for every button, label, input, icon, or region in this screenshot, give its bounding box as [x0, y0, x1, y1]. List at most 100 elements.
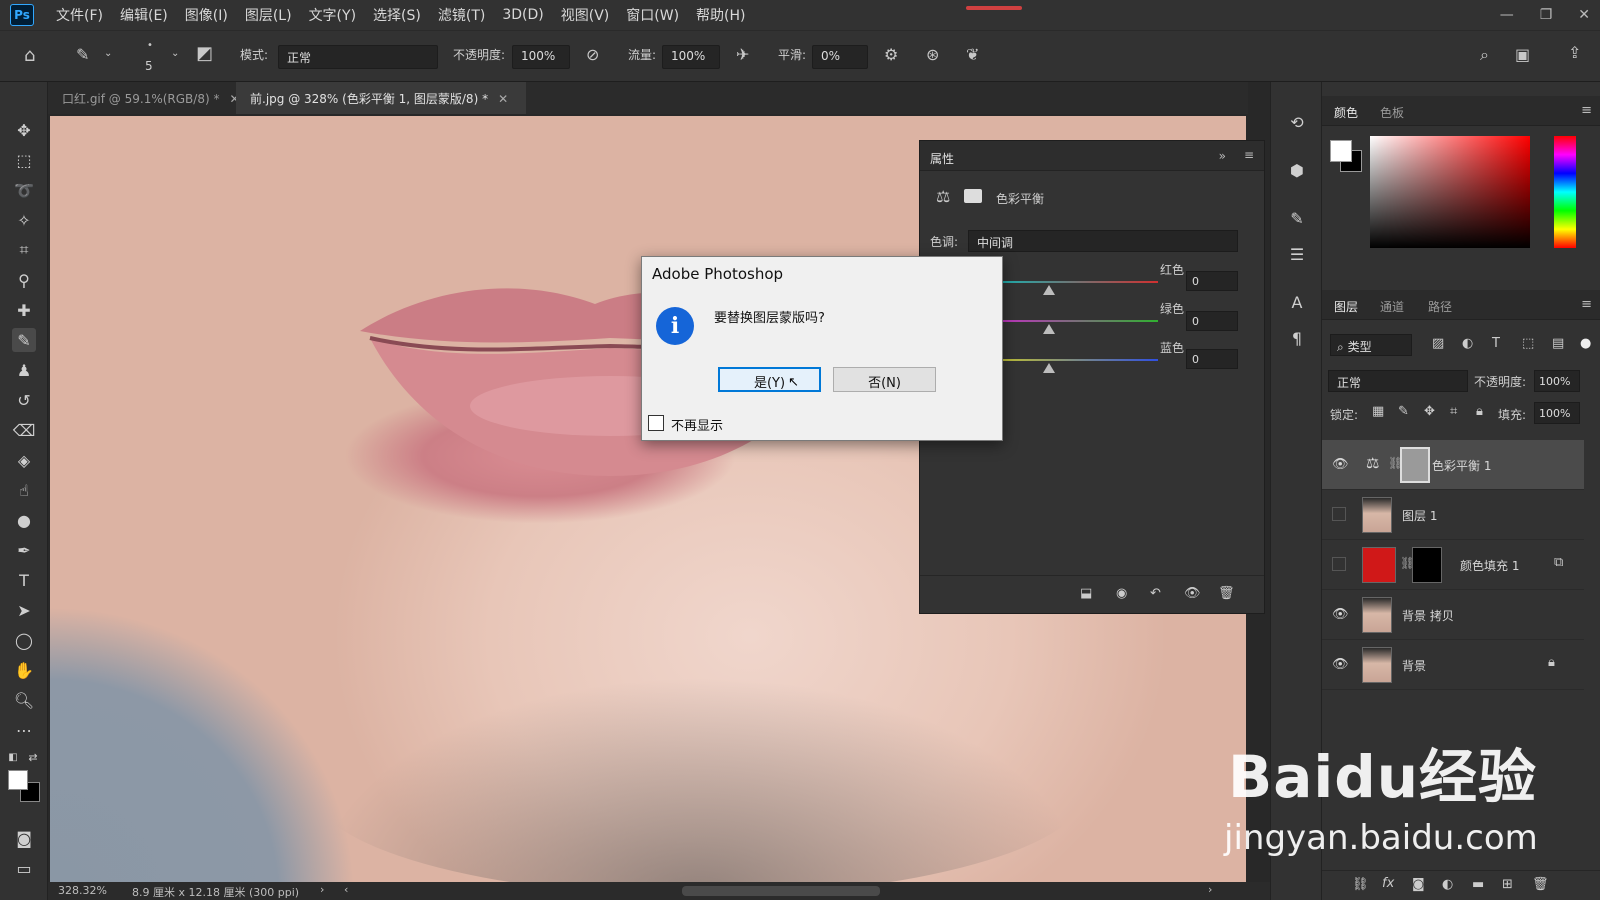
tab-swatches[interactable]: 色板	[1380, 104, 1404, 121]
mask-icon[interactable]	[964, 189, 982, 203]
chevron-down-icon[interactable]: ⌄	[171, 49, 179, 59]
tab-color[interactable]: 颜色	[1334, 104, 1358, 121]
panel-menu-icon[interactable]: ≡	[1581, 297, 1592, 312]
close-tab-icon[interactable]: ✕	[498, 92, 508, 106]
new-layer-icon[interactable]: ⊞	[1502, 877, 1513, 892]
minimize-icon[interactable]: —	[1500, 7, 1514, 23]
visibility-toggle[interactable]	[1332, 507, 1346, 521]
menu-view[interactable]: 视图(V)	[561, 5, 610, 25]
filter-adjustment-icon[interactable]: ◐	[1462, 336, 1473, 351]
red-slider-track[interactable]	[998, 281, 1158, 283]
layer-background[interactable]: 👁︎ 背景 🔒︎	[1322, 640, 1584, 690]
healing-tool-icon[interactable]: ✚	[12, 298, 36, 322]
panel-menu-icon[interactable]: ≡	[1581, 103, 1592, 118]
scroll-right-icon[interactable]: ›	[1208, 883, 1212, 896]
color-field[interactable]	[1370, 136, 1530, 248]
3d-panel-icon[interactable]: ⬢	[1285, 158, 1309, 182]
delete-layer-icon[interactable]: 🗑︎	[1532, 877, 1549, 892]
lock-image-icon[interactable]: ✎	[1398, 404, 1409, 419]
lock-transparent-icon[interactable]: ▦	[1372, 404, 1384, 419]
magic-wand-tool-icon[interactable]: ✧	[12, 208, 36, 232]
brush-tool-icon[interactable]: ✎	[12, 328, 36, 352]
smudge-tool-icon[interactable]: ☝	[12, 478, 36, 502]
red-slider-thumb[interactable]	[1043, 285, 1055, 295]
character-panel-icon[interactable]: A	[1285, 290, 1309, 314]
ellipse-tool-icon[interactable]: ◯	[12, 628, 36, 652]
tab-layers[interactable]: 图层	[1334, 298, 1358, 315]
tone-select[interactable]: 中间调	[968, 230, 1238, 252]
collapse-panel-icon[interactable]: »	[1219, 149, 1226, 163]
eye-icon[interactable]: 👁︎	[1332, 657, 1349, 672]
blue-slider-thumb[interactable]	[1043, 363, 1055, 373]
pressure-opacity-icon[interactable]: ⊘	[586, 47, 599, 63]
panel-menu-icon[interactable]: ≡	[1244, 148, 1254, 162]
swap-colors-icon[interactable]: ⇄	[26, 750, 40, 764]
tab-front-jpg[interactable]: 前.jpg @ 328% (色彩平衡 1, 图层蒙版/8) * ✕	[236, 82, 526, 114]
no-button[interactable]: 否(N)	[833, 367, 936, 392]
brush-preset-icon[interactable]: ✎	[76, 47, 89, 63]
eyedropper-tool-icon[interactable]: ⚲	[12, 268, 36, 292]
menu-layer[interactable]: 图层(L)	[245, 5, 292, 25]
filter-pixel-icon[interactable]: ▨	[1432, 336, 1444, 351]
mode-select[interactable]: 正常	[278, 45, 438, 69]
visibility-toggle[interactable]	[1332, 557, 1346, 571]
restore-icon[interactable]: ❐	[1540, 7, 1553, 23]
reset-icon[interactable]: ↶	[1150, 586, 1161, 601]
close-icon[interactable]: ✕	[1578, 7, 1590, 23]
share-icon[interactable]: ⇪	[1568, 45, 1581, 61]
add-mask-icon[interactable]: ◙	[1412, 877, 1425, 892]
menu-3d[interactable]: 3D(D)	[502, 7, 543, 23]
crop-tool-icon[interactable]: ⌗	[12, 238, 36, 262]
symmetry-icon[interactable]: ❦	[966, 47, 979, 63]
zoom-level[interactable]: 328.32%	[58, 884, 107, 897]
link-layers-icon[interactable]: ⛓	[1352, 877, 1369, 892]
history-brush-tool-icon[interactable]: ↺	[12, 388, 36, 412]
hand-tool-icon[interactable]: ✋	[12, 658, 36, 682]
lasso-tool-icon[interactable]: ➰	[12, 178, 36, 202]
menu-file[interactable]: 文件(F)	[56, 5, 103, 25]
quick-mask-icon[interactable]: ◙	[12, 826, 36, 850]
default-colors-icon[interactable]: ◧	[6, 750, 20, 764]
scroll-left-icon[interactable]: ‹	[344, 883, 348, 896]
foreground-color-swatch[interactable]	[8, 770, 28, 790]
tab-lipstick-gif[interactable]: 口红.gif @ 59.1%(RGB/8) * ✕	[48, 82, 240, 114]
layer-mask-thumb[interactable]	[1400, 447, 1430, 483]
chevron-right-icon[interactable]: ›	[320, 883, 324, 896]
search-icon[interactable]: ⌕	[1480, 47, 1489, 63]
dont-show-again-checkbox[interactable]	[648, 415, 664, 431]
menu-type[interactable]: 文字(Y)	[309, 5, 356, 25]
layer-color-fill[interactable]: ⛓ 颜色填充 1 ⧉	[1322, 540, 1584, 590]
flow-input[interactable]: 100%	[662, 45, 720, 69]
dodge-tool-icon[interactable]: ●	[12, 508, 36, 532]
eraser-tool-icon[interactable]: ⌫	[12, 418, 36, 442]
lock-position-icon[interactable]: ✥	[1424, 404, 1435, 419]
layer-filter-select[interactable]: ⌕ 类型	[1330, 334, 1412, 356]
zoom-tool-icon[interactable]: 🔍︎	[12, 688, 36, 712]
filter-type-icon[interactable]: T	[1492, 336, 1500, 351]
yes-button[interactable]: 是(Y)	[718, 367, 821, 392]
clip-to-layer-icon[interactable]: ⬓	[1080, 586, 1092, 601]
fill-input[interactable]: 100%	[1534, 402, 1580, 424]
lock-artboard-icon[interactable]: ⌗	[1450, 404, 1457, 419]
gear-icon[interactable]: ⚙	[884, 47, 898, 63]
layer-color-balance[interactable]: 👁︎ ⚖ ⛓ 色彩平衡 1	[1322, 440, 1584, 490]
blue-value-input[interactable]: 0	[1186, 349, 1238, 369]
visibility-icon[interactable]: 👁︎	[1184, 586, 1201, 601]
filter-smart-icon[interactable]: ▤	[1552, 336, 1564, 351]
blue-slider-track[interactable]	[998, 359, 1158, 361]
view-previous-icon[interactable]: ◉	[1116, 586, 1127, 601]
stamp-tool-icon[interactable]: ♟	[12, 358, 36, 382]
history-panel-icon[interactable]: ⟲	[1285, 110, 1309, 134]
chevron-down-icon[interactable]: ⌄	[104, 49, 112, 59]
smooth-input[interactable]: 0%	[812, 45, 868, 69]
pressure-size-icon[interactable]: ⊛	[926, 47, 939, 63]
brush-settings-panel-icon[interactable]: ✎	[1285, 206, 1309, 230]
workspace-icon[interactable]: ▣	[1515, 47, 1530, 63]
layer-mask-thumb[interactable]	[1412, 547, 1442, 583]
menu-filter[interactable]: 滤镜(T)	[438, 5, 485, 25]
filter-toggle-icon[interactable]: ●	[1580, 336, 1591, 351]
green-slider-track[interactable]	[998, 320, 1158, 322]
tab-paths[interactable]: 路径	[1428, 298, 1452, 315]
path-select-tool-icon[interactable]: ➤	[12, 598, 36, 622]
opacity-input[interactable]: 100%	[512, 45, 570, 69]
